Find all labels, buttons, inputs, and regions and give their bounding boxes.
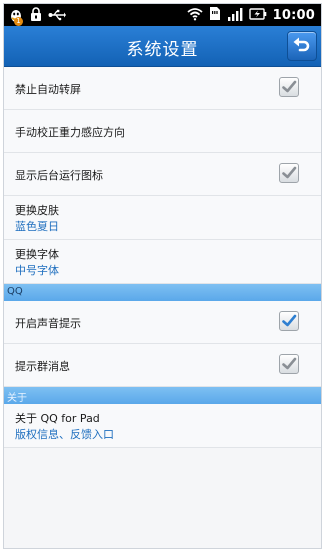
- section-label: QQ: [7, 286, 23, 297]
- section-header-qq: QQ: [4, 284, 321, 301]
- settings-screen: 1 10:00 系统设置 禁止自动转屏 手动校正重力感应方向 显示后台运行图标 …: [3, 3, 322, 549]
- title-bar: 系统设置: [4, 26, 321, 67]
- setting-label: 手动校正重力感应方向: [15, 126, 125, 139]
- check-icon: [282, 80, 297, 93]
- setting-label: 更换皮肤: [15, 204, 59, 217]
- usb-icon: [48, 7, 66, 26]
- setting-show-background-icon[interactable]: 显示后台运行图标: [4, 153, 321, 196]
- setting-change-skin[interactable]: 更换皮肤 蓝色夏日: [4, 196, 321, 240]
- setting-disable-auto-rotate[interactable]: 禁止自动转屏: [4, 67, 321, 110]
- back-arrow-icon: [293, 36, 311, 58]
- check-icon: [282, 357, 297, 370]
- setting-value: 版权信息、反馈入口: [15, 428, 114, 441]
- setting-label: 禁止自动转屏: [15, 83, 81, 96]
- setting-label: 显示后台运行图标: [15, 169, 103, 182]
- page-title: 系统设置: [126, 40, 199, 60]
- qq-notification-icon: 1: [8, 8, 24, 26]
- notification-count-badge: 1: [14, 17, 23, 26]
- check-icon: [282, 314, 297, 327]
- group-message-checkbox[interactable]: [279, 354, 299, 374]
- wifi-icon: [187, 6, 203, 25]
- clock: 10:00: [272, 8, 315, 23]
- setting-sound-alert[interactable]: 开启声音提示: [4, 301, 321, 344]
- setting-label: 开启声音提示: [15, 317, 81, 330]
- lock-icon: [30, 6, 42, 26]
- sd-card-icon: [209, 6, 221, 25]
- setting-change-font[interactable]: 更换字体 中号字体: [4, 240, 321, 284]
- setting-label: 更换字体: [15, 248, 59, 261]
- setting-label: 关于 QQ for Pad: [15, 412, 100, 425]
- setting-about-qq[interactable]: 关于 QQ for Pad 版权信息、反馈入口: [4, 404, 321, 448]
- check-icon: [282, 166, 297, 179]
- setting-label: 提示群消息: [15, 360, 70, 373]
- sound-alert-checkbox[interactable]: [279, 311, 299, 331]
- setting-value: 蓝色夏日: [15, 220, 59, 233]
- status-bar: 1 10:00: [4, 4, 321, 26]
- setting-group-message-alert[interactable]: 提示群消息: [4, 344, 321, 387]
- section-label: 关于: [7, 393, 27, 404]
- background-icon-checkbox[interactable]: [279, 163, 299, 183]
- signal-icon: [227, 6, 243, 25]
- setting-calibrate-gravity[interactable]: 手动校正重力感应方向: [4, 110, 321, 153]
- section-header-about: 关于: [4, 387, 321, 404]
- battery-icon: [248, 6, 267, 25]
- back-button[interactable]: [287, 31, 317, 61]
- setting-value: 中号字体: [15, 264, 59, 277]
- auto-rotate-checkbox[interactable]: [279, 77, 299, 97]
- settings-list: 禁止自动转屏 手动校正重力感应方向 显示后台运行图标 更换皮肤 蓝色夏日 更换字: [4, 67, 321, 448]
